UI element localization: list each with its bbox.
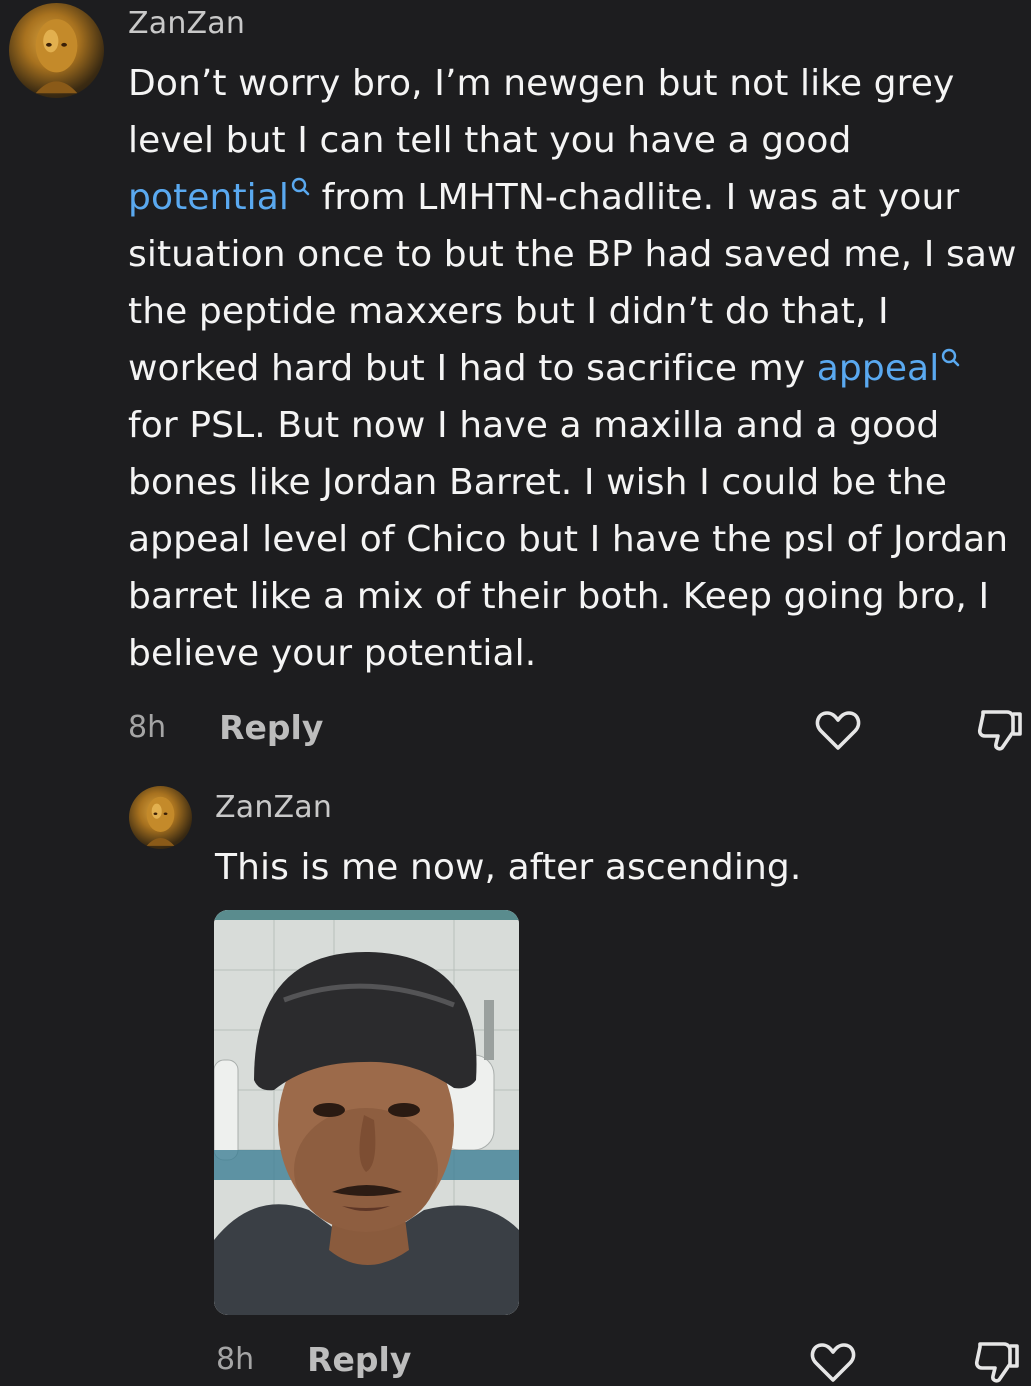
avatar-image: [35, 19, 78, 94]
comment-1: ZanZan Don’t worry bro, I’m newgen but n…: [0, 0, 1031, 760]
comment-text: Don’t worry bro, I’m newgen but not like…: [128, 55, 1018, 682]
avatar-image: [146, 796, 175, 846]
search-icon: [291, 177, 310, 196]
thumbs-down-icon[interactable]: [975, 706, 1025, 754]
avatar[interactable]: [129, 786, 192, 849]
reply-button[interactable]: Reply: [307, 1340, 411, 1379]
reply-button[interactable]: Reply: [219, 708, 323, 747]
search-link-label: potential: [128, 177, 290, 218]
username[interactable]: ZanZan: [215, 790, 332, 825]
comment-actions: 8h Reply: [128, 708, 323, 747]
comment-text-segment: for PSL. But now I have a maxilla and a …: [128, 405, 1009, 674]
timestamp: 8h: [216, 1342, 255, 1377]
timestamp: 8h: [128, 710, 167, 745]
avatar[interactable]: [9, 3, 104, 98]
username[interactable]: ZanZan: [128, 6, 245, 41]
search-link[interactable]: potential: [128, 177, 310, 218]
comment-actions: 8h Reply: [216, 1340, 411, 1379]
heart-icon[interactable]: [815, 708, 861, 752]
search-icon: [942, 348, 960, 367]
attached-photo[interactable]: [214, 910, 519, 1315]
photo-image: [214, 910, 519, 1315]
thumbs-down-icon[interactable]: [972, 1338, 1022, 1386]
heart-icon[interactable]: [810, 1340, 856, 1384]
search-link-label: appeal: [816, 348, 940, 389]
comment-2: ZanZan This is me now, after ascending.: [0, 760, 1031, 1383]
comment-text: This is me now, after ascending.: [215, 847, 802, 888]
search-link[interactable]: appeal: [817, 348, 961, 389]
comment-text-segment: Don’t worry bro, I’m newgen but not like…: [128, 63, 955, 161]
